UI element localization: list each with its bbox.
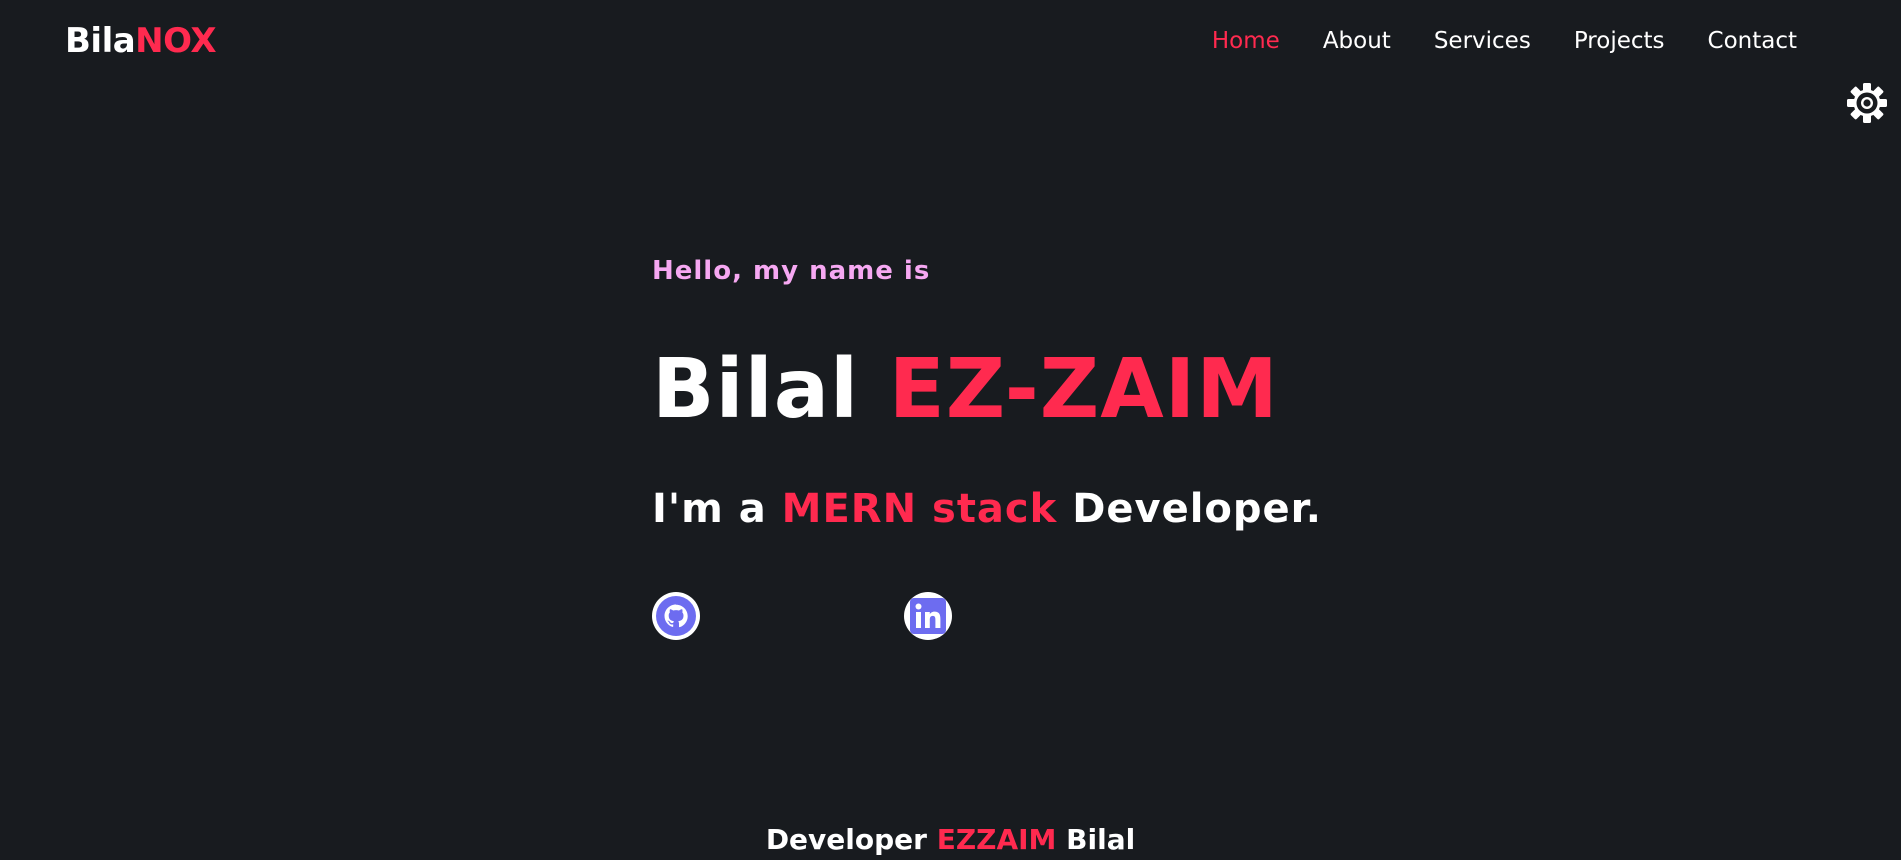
nav-projects[interactable]: Projects bbox=[1574, 24, 1665, 58]
site-logo[interactable]: BilaNOX bbox=[65, 20, 217, 62]
logo-primary: Bila bbox=[65, 21, 136, 61]
linkedin-icon bbox=[910, 598, 946, 634]
role-text: I'm a MERN stack Developer. bbox=[652, 484, 1322, 534]
portfolio-page: BilaNOX Home About Services Projects Con… bbox=[0, 0, 1901, 860]
main-nav: Home About Services Projects Contact bbox=[1169, 24, 1797, 58]
linkedin-link[interactable] bbox=[904, 592, 952, 640]
footer-credit: Developer EZZAIM Bilal bbox=[0, 820, 1901, 860]
logo-accent: NOX bbox=[135, 21, 217, 61]
github-link[interactable] bbox=[652, 592, 700, 640]
hero-name: Bilal EZ-ZAIM bbox=[652, 340, 1279, 440]
nav-about[interactable]: About bbox=[1323, 24, 1391, 58]
last-name: EZ-ZAIM bbox=[888, 342, 1279, 437]
first-name: Bilal bbox=[652, 342, 860, 437]
role-prefix: I'm a bbox=[652, 486, 767, 532]
role-accent: MERN stack bbox=[781, 486, 1058, 532]
greeting-text: Hello, my name is bbox=[652, 256, 931, 286]
github-icon bbox=[656, 596, 696, 636]
nav-home[interactable]: Home bbox=[1212, 24, 1280, 58]
footer-accent: EZZAIM bbox=[936, 823, 1057, 856]
footer-suffix: Bilal bbox=[1066, 823, 1136, 856]
role-suffix: Developer. bbox=[1072, 486, 1322, 532]
nav-services[interactable]: Services bbox=[1434, 24, 1531, 58]
footer-prefix: Developer bbox=[765, 823, 927, 856]
nav-contact[interactable]: Contact bbox=[1708, 24, 1797, 58]
gear-icon[interactable] bbox=[1846, 82, 1888, 124]
